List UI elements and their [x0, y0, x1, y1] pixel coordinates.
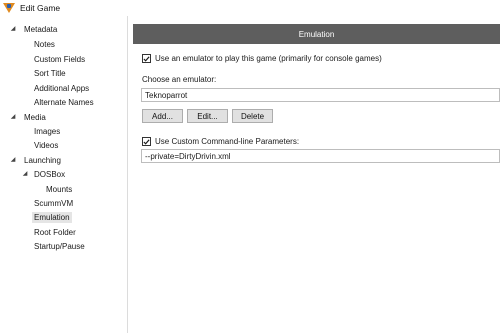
- check-icon: [143, 138, 150, 145]
- section-header: Emulation: [133, 24, 500, 44]
- command-line-params-field[interactable]: --private=DirtyDrivin.xml: [141, 149, 500, 163]
- emulator-field[interactable]: Teknoparrot: [141, 88, 500, 102]
- delete-button[interactable]: Delete: [232, 109, 273, 123]
- expanded-triangle-icon[interactable]: ◢: [22, 171, 28, 177]
- choose-emulator-label: Choose an emulator:: [142, 75, 217, 84]
- section-header-title: Emulation: [298, 29, 335, 39]
- expanded-triangle-icon[interactable]: ◢: [10, 114, 16, 120]
- title-bar: Edit Game: [0, 0, 500, 16]
- launchbox-icon: [3, 2, 15, 14]
- expanded-triangle-icon[interactable]: ◢: [10, 26, 16, 32]
- use-custom-params-checkbox[interactable]: [142, 137, 151, 146]
- check-icon: [143, 55, 150, 62]
- window-title: Edit Game: [20, 3, 61, 13]
- use-emulator-label[interactable]: Use an emulator to play this game (prima…: [155, 54, 382, 63]
- use-emulator-checkbox[interactable]: [142, 54, 151, 63]
- use-custom-params-label[interactable]: Use Custom Command-line Parameters:: [155, 137, 299, 146]
- emulation-panel: Emulation Use an emulator to play this g…: [133, 16, 500, 333]
- sidebar-tree: ◢ Metadata Notes Custom Fields Sort Titl…: [0, 16, 128, 333]
- add-button[interactable]: Add...: [142, 109, 183, 123]
- expanded-triangle-icon[interactable]: ◢: [10, 157, 16, 163]
- edit-button[interactable]: Edit...: [187, 109, 228, 123]
